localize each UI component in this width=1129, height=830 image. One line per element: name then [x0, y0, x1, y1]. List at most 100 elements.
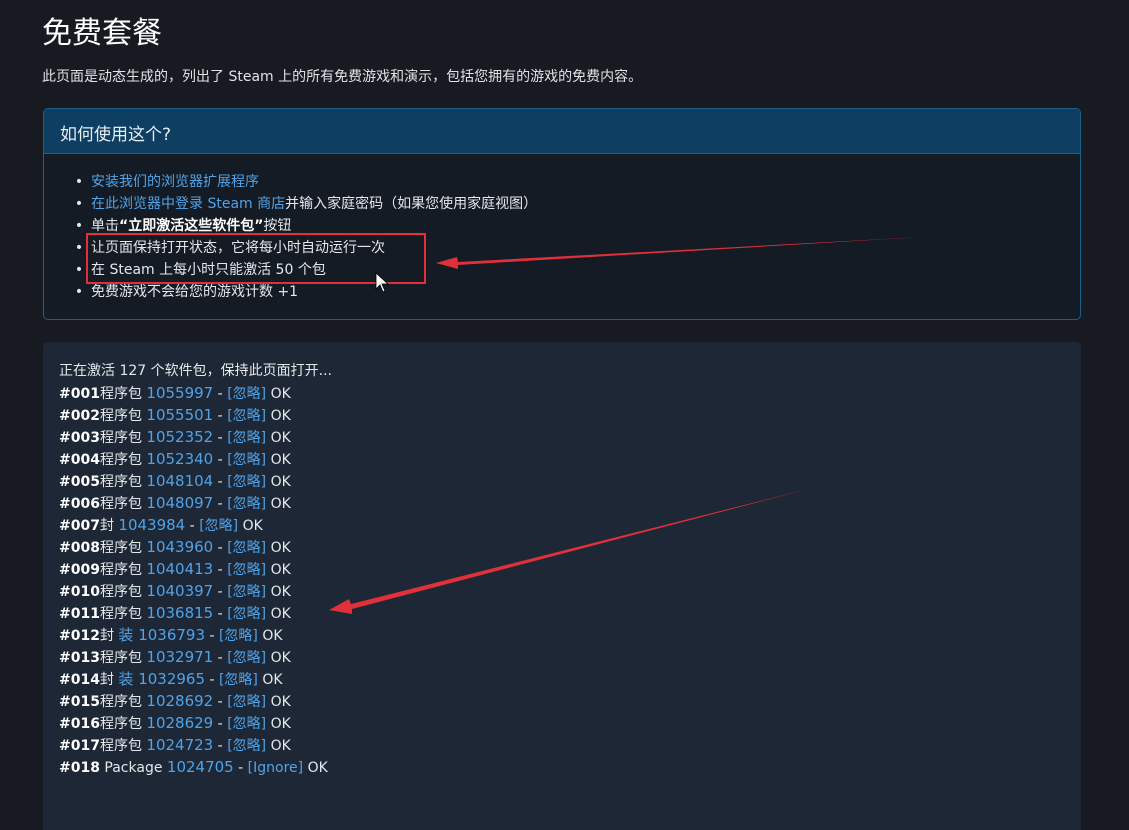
entry-result: OK	[242, 518, 263, 534]
entry-type: 封	[99, 672, 114, 688]
entry-number: #017	[59, 738, 100, 754]
bullet-icon: •	[74, 196, 84, 212]
entry-type: 程序包	[99, 738, 142, 754]
package-id-link[interactable]: 1055997	[146, 384, 213, 402]
log-entry-row: #014封 装 1032965 - [忽略] OK	[59, 670, 283, 688]
activate-button-name: “立即激活这些软件包”	[119, 218, 264, 234]
log-entry-row: #007封 1043984 - [忽略] OK	[59, 516, 263, 534]
log-entry-row: #010程序包 1040397 - [忽略] OK	[59, 582, 291, 600]
page-description: 此页面是动态生成的，列出了 Steam 上的所有免费游戏和演示，包括您拥有的游戏…	[42, 69, 643, 85]
login-store-link[interactable]: 在此浏览器中登录 Steam 商店	[91, 196, 285, 212]
ignore-link[interactable]: [忽略]	[227, 650, 266, 666]
entry-type: 程序包	[99, 386, 142, 402]
entry-number: #011	[59, 606, 100, 622]
package-id-link[interactable]: 1052340	[146, 450, 213, 468]
entry-result: OK	[270, 540, 291, 556]
ignore-link[interactable]: [忽略]	[227, 584, 266, 600]
ignore-link[interactable]: [忽略]	[227, 430, 266, 446]
log-entry-row: #017程序包 1024723 - [忽略] OK	[59, 736, 291, 754]
entry-type: 程序包	[99, 540, 142, 556]
help-item-keep-open: • 让页面保持打开状态，它将每小时自动运行一次	[74, 237, 1080, 259]
help-item-install-extension: • 安装我们的浏览器扩展程序	[74, 171, 1080, 193]
entry-number: #015	[59, 694, 100, 710]
log-entry-row: #018 Package 1024705 - [Ignore] OK	[59, 758, 328, 776]
entry-result: OK	[262, 628, 283, 644]
ignore-link[interactable]: [忽略]	[227, 606, 266, 622]
help-item-game-count: • 免费游戏不会给您的游戏计数 +1	[74, 281, 1080, 303]
package-id-link[interactable]: 1052352	[146, 428, 213, 446]
package-id-link[interactable]: 1040413	[146, 560, 213, 578]
entry-type: 程序包	[99, 716, 142, 732]
package-id-link[interactable]: 1048104	[146, 472, 213, 490]
entry-result: OK	[270, 562, 291, 578]
ignore-link[interactable]: [忽略]	[219, 628, 258, 644]
help-item-text: 单击	[91, 218, 119, 234]
ignore-link[interactable]: [忽略]	[227, 474, 266, 490]
package-id-link[interactable]: 1024705	[167, 758, 234, 776]
ignore-link[interactable]: [忽略]	[227, 386, 266, 402]
page-title: 免费套餐	[42, 16, 162, 51]
package-id-link[interactable]: 装 1032965	[118, 670, 205, 688]
ignore-link[interactable]: [Ignore]	[248, 760, 303, 776]
entry-result: OK	[270, 474, 291, 490]
ignore-link[interactable]: [忽略]	[227, 694, 266, 710]
ignore-link[interactable]: [忽略]	[227, 716, 266, 732]
bullet-icon: •	[74, 174, 84, 190]
package-id-link[interactable]: 1043984	[118, 516, 185, 534]
help-panel-header: 如何使用这个?	[44, 109, 1080, 154]
ignore-link[interactable]: [忽略]	[227, 738, 266, 754]
package-id-link[interactable]: 1040397	[146, 582, 213, 600]
help-list: • 安装我们的浏览器扩展程序 • 在此浏览器中登录 Steam 商店并输入家庭密码（…	[44, 154, 1080, 303]
log-entry-row: #003程序包 1052352 - [忽略] OK	[59, 428, 291, 446]
package-id-link[interactable]: 1055501	[146, 406, 213, 424]
entry-number: #009	[59, 562, 100, 578]
bullet-icon: •	[74, 284, 84, 300]
entry-number: #016	[59, 716, 100, 732]
help-panel: 如何使用这个? • 安装我们的浏览器扩展程序 • 在此浏览器中登录 Steam 商店…	[43, 108, 1081, 320]
help-item-text: 在 Steam 上每小时只能激活 50 个包	[91, 262, 326, 278]
log-entry-row: #002程序包 1055501 - [忽略] OK	[59, 406, 291, 424]
ignore-link[interactable]: [忽略]	[219, 672, 258, 688]
ignore-link[interactable]: [忽略]	[227, 408, 266, 424]
ignore-link[interactable]: [忽略]	[227, 540, 266, 556]
package-id-link[interactable]: 装 1036793	[118, 626, 205, 644]
help-item-login: • 在此浏览器中登录 Steam 商店并输入家庭密码（如果您使用家庭视图）	[74, 193, 1080, 215]
entry-type: 程序包	[99, 562, 142, 578]
entry-result: OK	[270, 694, 291, 710]
package-id-link[interactable]: 1024723	[146, 736, 213, 754]
help-item-hourly-limit: • 在 Steam 上每小时只能激活 50 个包	[74, 259, 1080, 281]
entry-number: #001	[59, 386, 100, 402]
entry-type: 程序包	[99, 694, 142, 710]
entry-result: OK	[262, 672, 283, 688]
log-entry-row: #009程序包 1040413 - [忽略] OK	[59, 560, 291, 578]
ignore-link[interactable]: [忽略]	[227, 562, 266, 578]
log-entry-row: #013程序包 1032971 - [忽略] OK	[59, 648, 291, 666]
entry-type: 程序包	[99, 408, 142, 424]
ignore-link[interactable]: [忽略]	[227, 496, 266, 512]
ignore-link[interactable]: [忽略]	[199, 518, 238, 534]
entry-number: #014	[59, 672, 100, 688]
entry-type: 程序包	[99, 496, 142, 512]
log-entry-row: #006程序包 1048097 - [忽略] OK	[59, 494, 291, 512]
log-entry-row: #008程序包 1043960 - [忽略] OK	[59, 538, 291, 556]
entry-number: #012	[59, 628, 100, 644]
entry-result: OK	[270, 650, 291, 666]
entry-number: #018	[59, 760, 100, 776]
entry-result: OK	[270, 496, 291, 512]
install-extension-link[interactable]: 安装我们的浏览器扩展程序	[91, 174, 259, 190]
package-id-link[interactable]: 1048097	[146, 494, 213, 512]
package-id-link[interactable]: 1028692	[146, 692, 213, 710]
entry-type: 封	[99, 518, 114, 534]
entry-result: OK	[270, 716, 291, 732]
package-id-link[interactable]: 1043960	[146, 538, 213, 556]
entry-result: OK	[270, 738, 291, 754]
entry-type: 封	[99, 628, 114, 644]
package-id-link[interactable]: 1028629	[146, 714, 213, 732]
bullet-icon: •	[74, 262, 84, 278]
package-id-link[interactable]: 1036815	[146, 604, 213, 622]
entry-result: OK	[270, 430, 291, 446]
entry-number: #006	[59, 496, 100, 512]
ignore-link[interactable]: [忽略]	[227, 452, 266, 468]
help-item-text: 并输入家庭密码（如果您使用家庭视图）	[285, 196, 538, 212]
package-id-link[interactable]: 1032971	[146, 648, 213, 666]
